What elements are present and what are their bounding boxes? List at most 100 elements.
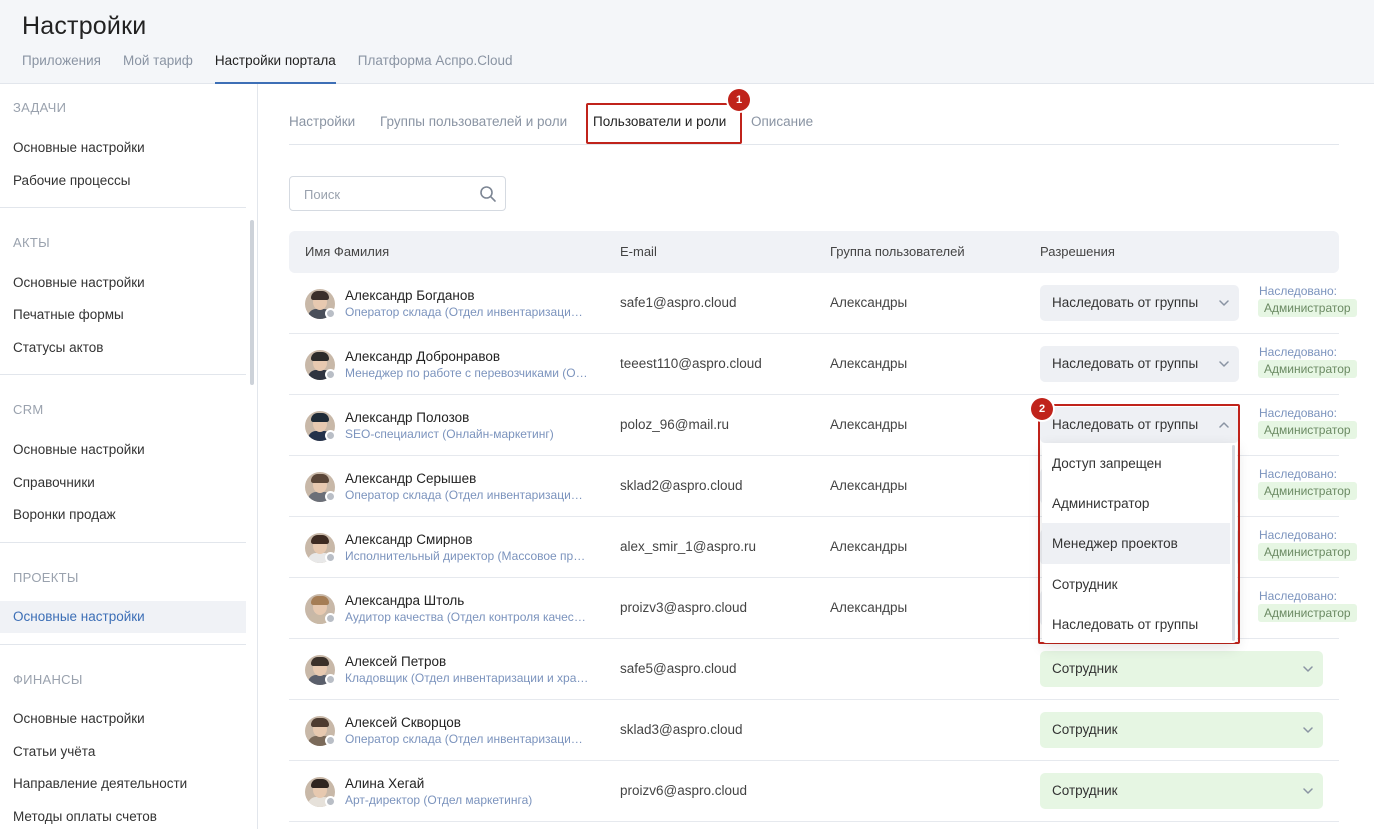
user-group: Александры [830,478,908,493]
sidebar-section-title: АКТЫ [13,235,50,250]
sidebar-item[interactable]: Основные настройки [0,703,246,735]
user-name[interactable]: Александр Смирнов [345,532,473,547]
sidebar-divider [0,542,246,543]
user-position: Исполнительный директор (Массовое произв… [345,549,589,563]
sidebar-item[interactable]: Воронки продаж [0,499,246,531]
user-position: Оператор склада (Отдел инвентаризации и … [345,305,589,319]
sidebar-item[interactable]: Рабочие процессы [0,165,246,197]
sidebar-divider [0,644,246,645]
user-email: safe5@aspro.cloud [620,661,737,676]
user-position: Оператор склада (Отдел инвентаризации и … [345,732,589,746]
search-icon[interactable] [479,185,497,203]
search-input[interactable] [304,185,474,203]
inherited-label: Наследовано: [1259,528,1337,542]
column-header-email[interactable]: E-mail [620,244,657,259]
table-row[interactable]: Александр Добронравов Менеджер по работе … [289,334,1357,395]
tab-my-plan[interactable]: Мой тариф [123,52,193,84]
dropdown-option-project-manager[interactable]: Менеджер проектов [1042,523,1230,564]
sidebar-item[interactable]: Методы оплаты счетов [0,801,246,829]
column-header-permissions[interactable]: Разрешения [1040,244,1115,259]
user-position: SEO-специалист (Онлайн-маркетинг) [345,427,554,441]
sidebar-item-projects-settings[interactable]: Основные настройки [0,601,246,633]
permission-select[interactable]: Наследовать от группы [1040,285,1239,321]
user-email: alex_smir_1@aspro.ru [620,539,757,554]
table-row[interactable]: Алина Хегай Арт-директор (Отдел маркетинг… [289,761,1339,822]
user-email: poloz_96@mail.ru [620,417,730,432]
dropdown-option-inherit[interactable]: Наследовать от группы [1042,604,1230,645]
sidebar-item[interactable]: Статусы актов [0,332,246,364]
inherited-label: Наследовано: [1259,589,1337,603]
inherited-role-badge: Администратор [1258,421,1357,439]
inherited-role-badge: Администратор [1258,299,1357,317]
table-row[interactable]: Александр Богданов Оператор склада (Отдел… [289,273,1357,334]
permission-select[interactable]: Сотрудник [1040,712,1323,748]
user-name[interactable]: Александра Штоль [345,593,464,608]
user-email: sklad2@aspro.cloud [620,478,743,493]
sub-tabs: Настройки Группы пользователей и роли По… [289,104,1339,145]
chevron-down-icon [1303,788,1313,794]
tab-platform[interactable]: Платформа Аспро.Cloud [358,52,513,84]
user-position: Менеджер по работе с перевозчиками (Отде… [345,366,589,380]
user-name[interactable]: Алина Хегай [345,776,424,791]
user-name[interactable]: Алексей Петров [345,654,446,669]
tab-user-groups-roles[interactable]: Группы пользователей и роли [380,114,567,129]
status-dot [325,735,336,746]
sidebar-scrollbar[interactable] [250,220,254,385]
user-position: Оператор склада (Отдел инвентаризации и … [345,488,589,502]
inherited-label: Наследовано: [1259,345,1337,359]
tab-portal-settings[interactable]: Настройки портала [214,52,336,84]
user-group: Александры [830,356,908,371]
dropdown-option-employee[interactable]: Сотрудник [1042,564,1230,605]
inherited-role-badge: Администратор [1258,360,1357,378]
column-header-group[interactable]: Группа пользователей [830,244,965,259]
permission-select[interactable]: Сотрудник [1040,773,1323,809]
user-name[interactable]: Александр Добронравов [345,349,500,364]
sidebar-item[interactable]: Печатные формы [0,299,246,331]
permission-value: Сотрудник [1052,661,1118,676]
inherited-label: Наследовано: [1259,467,1337,481]
tab-settings[interactable]: Настройки [289,114,355,129]
sidebar: ЗАДАЧИ Основные настройки Рабочие процес… [0,84,258,829]
user-name[interactable]: Александр Серышев [345,471,476,486]
annotation-highlight-1 [586,103,742,144]
permission-value: Сотрудник [1052,722,1118,737]
user-group: Александры [830,539,908,554]
sidebar-divider [0,374,246,375]
tab-description[interactable]: Описание [751,114,813,129]
permission-dropdown-menu: Доступ запрещен Администратор Менеджер п… [1042,443,1237,643]
sidebar-item[interactable]: Основные настройки [0,132,246,164]
permission-value: Наследовать от группы [1052,356,1199,371]
table-row[interactable]: Алексей Скворцов Оператор склада (Отдел и… [289,700,1339,761]
dropdown-scrollbar[interactable] [1232,445,1235,641]
tab-applications[interactable]: Приложения [22,52,101,84]
sidebar-item[interactable]: Основные настройки [0,267,246,299]
inherited-role-badge: Администратор [1258,482,1357,500]
sidebar-section-title: ФИНАНСЫ [13,672,83,687]
status-dot [325,613,336,624]
status-dot [325,491,336,502]
dropdown-option-access-denied[interactable]: Доступ запрещен [1042,443,1230,484]
user-email: sklad3@aspro.cloud [620,722,743,737]
table-row[interactable]: Алексей Петров Кладовщик (Отдел инвентари… [289,639,1339,700]
sidebar-item[interactable]: Основные настройки [0,434,246,466]
sidebar-section-title: ЗАДАЧИ [13,100,67,115]
user-name[interactable]: Александр Богданов [345,288,475,303]
dropdown-option-administrator[interactable]: Администратор [1042,483,1230,524]
page-title: Настройки [22,12,147,40]
annotation-badge-1: 1 [728,89,750,111]
sidebar-item[interactable]: Статьи учёта [0,736,246,768]
permission-select[interactable]: Наследовать от группы [1040,346,1239,382]
permission-select[interactable]: Сотрудник [1040,651,1323,687]
column-header-name[interactable]: Имя Фамилия [305,244,389,259]
chevron-down-icon [1219,300,1229,306]
sidebar-section-title: ПРОЕКТЫ [13,570,79,585]
permission-value: Сотрудник [1052,783,1118,798]
sidebar-item[interactable]: Справочники [0,467,246,499]
user-email: proizv3@aspro.cloud [620,600,748,615]
sidebar-item[interactable]: Направление деятельности [0,768,246,800]
user-name[interactable]: Александр Полозов [345,410,469,425]
user-group: Александры [830,295,908,310]
user-name[interactable]: Алексей Скворцов [345,715,461,730]
top-tabs: Приложения Мой тариф Настройки портала П… [22,52,535,84]
user-email: teeest110@aspro.cloud [620,356,762,371]
